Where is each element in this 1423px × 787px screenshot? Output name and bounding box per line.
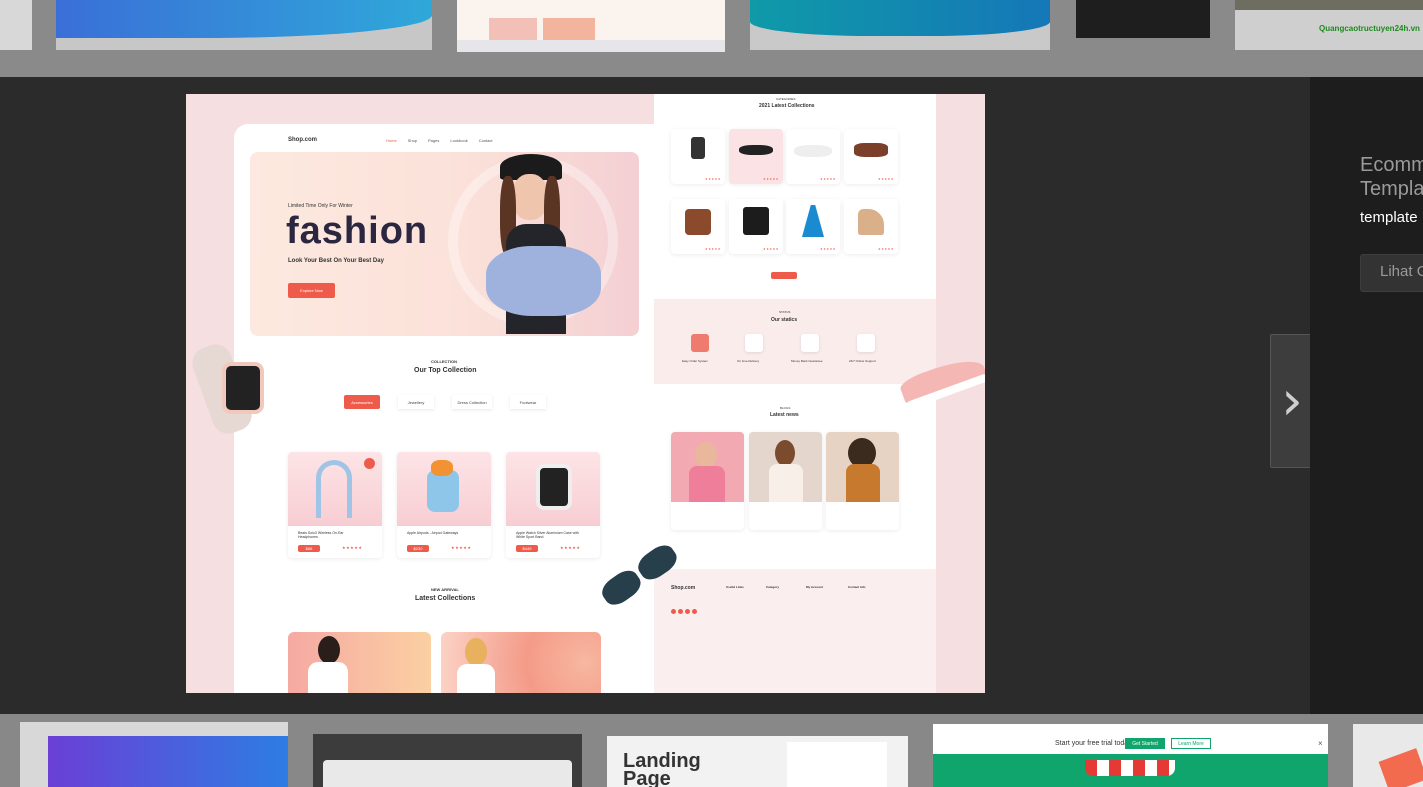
tab-dress-collection[interactable]: Dress Collection xyxy=(452,395,492,409)
thumbnail-4[interactable] xyxy=(750,0,1050,50)
thumbnail-11[interactable] xyxy=(1353,724,1423,787)
side-title: Ecomm Templa xyxy=(1360,153,1423,201)
hero-cta-button[interactable]: Explore Now xyxy=(288,283,335,298)
headphones-image xyxy=(316,460,352,518)
product-card[interactable]: Apple Watch Silver Aluminium Case with W… xyxy=(506,452,600,558)
get-started-button[interactable]: Get Started xyxy=(1125,738,1165,749)
news-card[interactable] xyxy=(671,432,744,530)
view-all-button[interactable]: Lihat G xyxy=(1360,254,1423,292)
news-card[interactable] xyxy=(749,432,822,530)
hero-model-image xyxy=(486,154,616,334)
rating-stars: ★★★★★ xyxy=(342,545,363,550)
thumbnail-2[interactable] xyxy=(56,0,432,50)
next-image-button[interactable]: › xyxy=(1270,334,1314,468)
mock-nav-pages: Pages xyxy=(428,138,440,143)
rating-stars: ★★★★★ xyxy=(560,545,581,550)
collection-tabs: Accessories Jewellery Dress Collection F… xyxy=(344,395,546,409)
collection-kicker: COLLECTION xyxy=(431,359,457,364)
product-price: $230 xyxy=(407,545,429,552)
thumbnail-10[interactable]: Start your free trial today Get Started … xyxy=(933,724,1328,787)
bottom-thumbnail-strip: Landing Page Start your free trial today… xyxy=(0,714,1423,787)
mock-nav-contact: Contact xyxy=(478,138,493,143)
rating-stars: ★★★★★ xyxy=(451,545,472,550)
status-item: On time Delivery xyxy=(737,359,760,363)
support-icon xyxy=(857,334,875,352)
page-label: Page xyxy=(623,768,671,787)
side-source-link[interactable]: template xyxy=(1360,209,1418,226)
footer-col: Category xyxy=(766,585,780,589)
hero-kicker: Limited Time Only For Winter xyxy=(288,203,353,209)
side-title-line1: Ecomm xyxy=(1360,154,1423,176)
thumbnail-5[interactable] xyxy=(1076,0,1210,38)
detail-side-panel: Ecomm Templa template Lihat G xyxy=(1310,77,1423,714)
hero-title: fashion xyxy=(286,210,429,252)
thumbnail-3[interactable] xyxy=(457,0,725,52)
product-card[interactable]: Beats Solo3 Wireless On-Ear Headphones $… xyxy=(288,452,382,558)
collection-title: Our Top Collection xyxy=(414,367,477,374)
arrival-banner-2[interactable] xyxy=(441,632,601,693)
thumbnail-9[interactable]: Landing Page xyxy=(607,736,908,787)
thumbnail-6[interactable]: Quangcaotructuyen24h.vn xyxy=(1235,0,1423,50)
news-card[interactable] xyxy=(826,432,899,530)
side-title-line2: Templa xyxy=(1360,178,1423,200)
product-name: Apple Watch Silver Aluminium Case with W… xyxy=(516,531,579,539)
product-price: $449 xyxy=(516,545,538,552)
airpods-image xyxy=(427,470,459,512)
arrival-banner-1[interactable] xyxy=(288,632,431,693)
thumbnail-7[interactable] xyxy=(20,722,288,787)
footer-social-icons xyxy=(671,609,697,614)
news-title: Latest news xyxy=(770,412,799,418)
arrival-title: Latest Collections xyxy=(415,595,476,602)
mock-nav: Home Shop Pages Lookbook Contact xyxy=(386,138,493,143)
status-item: Money Back Guarantee xyxy=(791,359,823,363)
footer-brand: Shop.com xyxy=(671,585,696,591)
thumbnail-8[interactable] xyxy=(313,734,582,787)
status-item: Easy Order System xyxy=(682,359,709,363)
product-name: Apple Airpods - Airpod Gateways xyxy=(407,531,459,535)
box-icon xyxy=(691,334,709,352)
footer-col: Useful Links xyxy=(726,585,744,589)
learn-more-button[interactable]: Learn More xyxy=(1171,738,1211,749)
categories-title: 2021 Latest Collections xyxy=(759,103,815,109)
tab-accessories[interactable]: Accessories xyxy=(344,395,380,409)
trial-text: Start your free trial today xyxy=(1055,740,1132,747)
status-kicker: STATUS xyxy=(779,310,791,314)
product-card[interactable]: Apple Airpods - Airpod Gateways $230 ★★★… xyxy=(397,452,491,558)
footer-col: My Account xyxy=(806,585,823,589)
preview-image: Shop.com Home Shop Pages Lookbook Contac… xyxy=(186,94,985,693)
categories-kicker: CATEGORIES xyxy=(776,97,796,101)
money-icon xyxy=(801,334,819,352)
mock-nav-shop: Shop xyxy=(407,138,418,143)
mock-nav-lookbook: Lookbook xyxy=(450,138,468,143)
chevron-right-icon: › xyxy=(1281,369,1303,432)
thumbnail-1[interactable] xyxy=(0,0,32,50)
product-name: Beats Solo3 Wireless On-Ear Headphones xyxy=(298,531,344,539)
watermark-text: Quangcaotructuyen24h.vn xyxy=(1319,24,1420,33)
product-price: $88 xyxy=(298,545,320,552)
news-kicker: BLOGS xyxy=(780,406,791,410)
status-item: 24/7 Online Support xyxy=(849,359,876,363)
footer-col: Contact Info xyxy=(848,585,866,589)
top-thumbnail-strip: Quangcaotructuyen24h.vn xyxy=(0,0,1423,77)
floating-watch-image xyxy=(187,339,272,439)
arrival-kicker: NEW ARRIVAL xyxy=(431,587,459,592)
status-title: Our statics xyxy=(771,317,798,323)
hero-subtitle: Look Your Best On Your Best Day xyxy=(288,258,384,264)
mock-nav-home: Home xyxy=(386,138,397,143)
shop-awning-image xyxy=(1085,760,1175,776)
mock-brand: Shop.com xyxy=(288,137,318,143)
categories-more-button[interactable] xyxy=(771,272,797,279)
tab-jewellery[interactable]: Jewellery xyxy=(398,395,434,409)
watch-image xyxy=(536,464,572,510)
close-icon[interactable]: × xyxy=(1318,739,1323,748)
truck-icon xyxy=(745,334,763,352)
status-row: Easy Order System On time Delivery Money… xyxy=(679,334,899,374)
view-all-label: Lihat G xyxy=(1380,263,1423,280)
tab-footwear[interactable]: Footwear xyxy=(510,395,546,409)
